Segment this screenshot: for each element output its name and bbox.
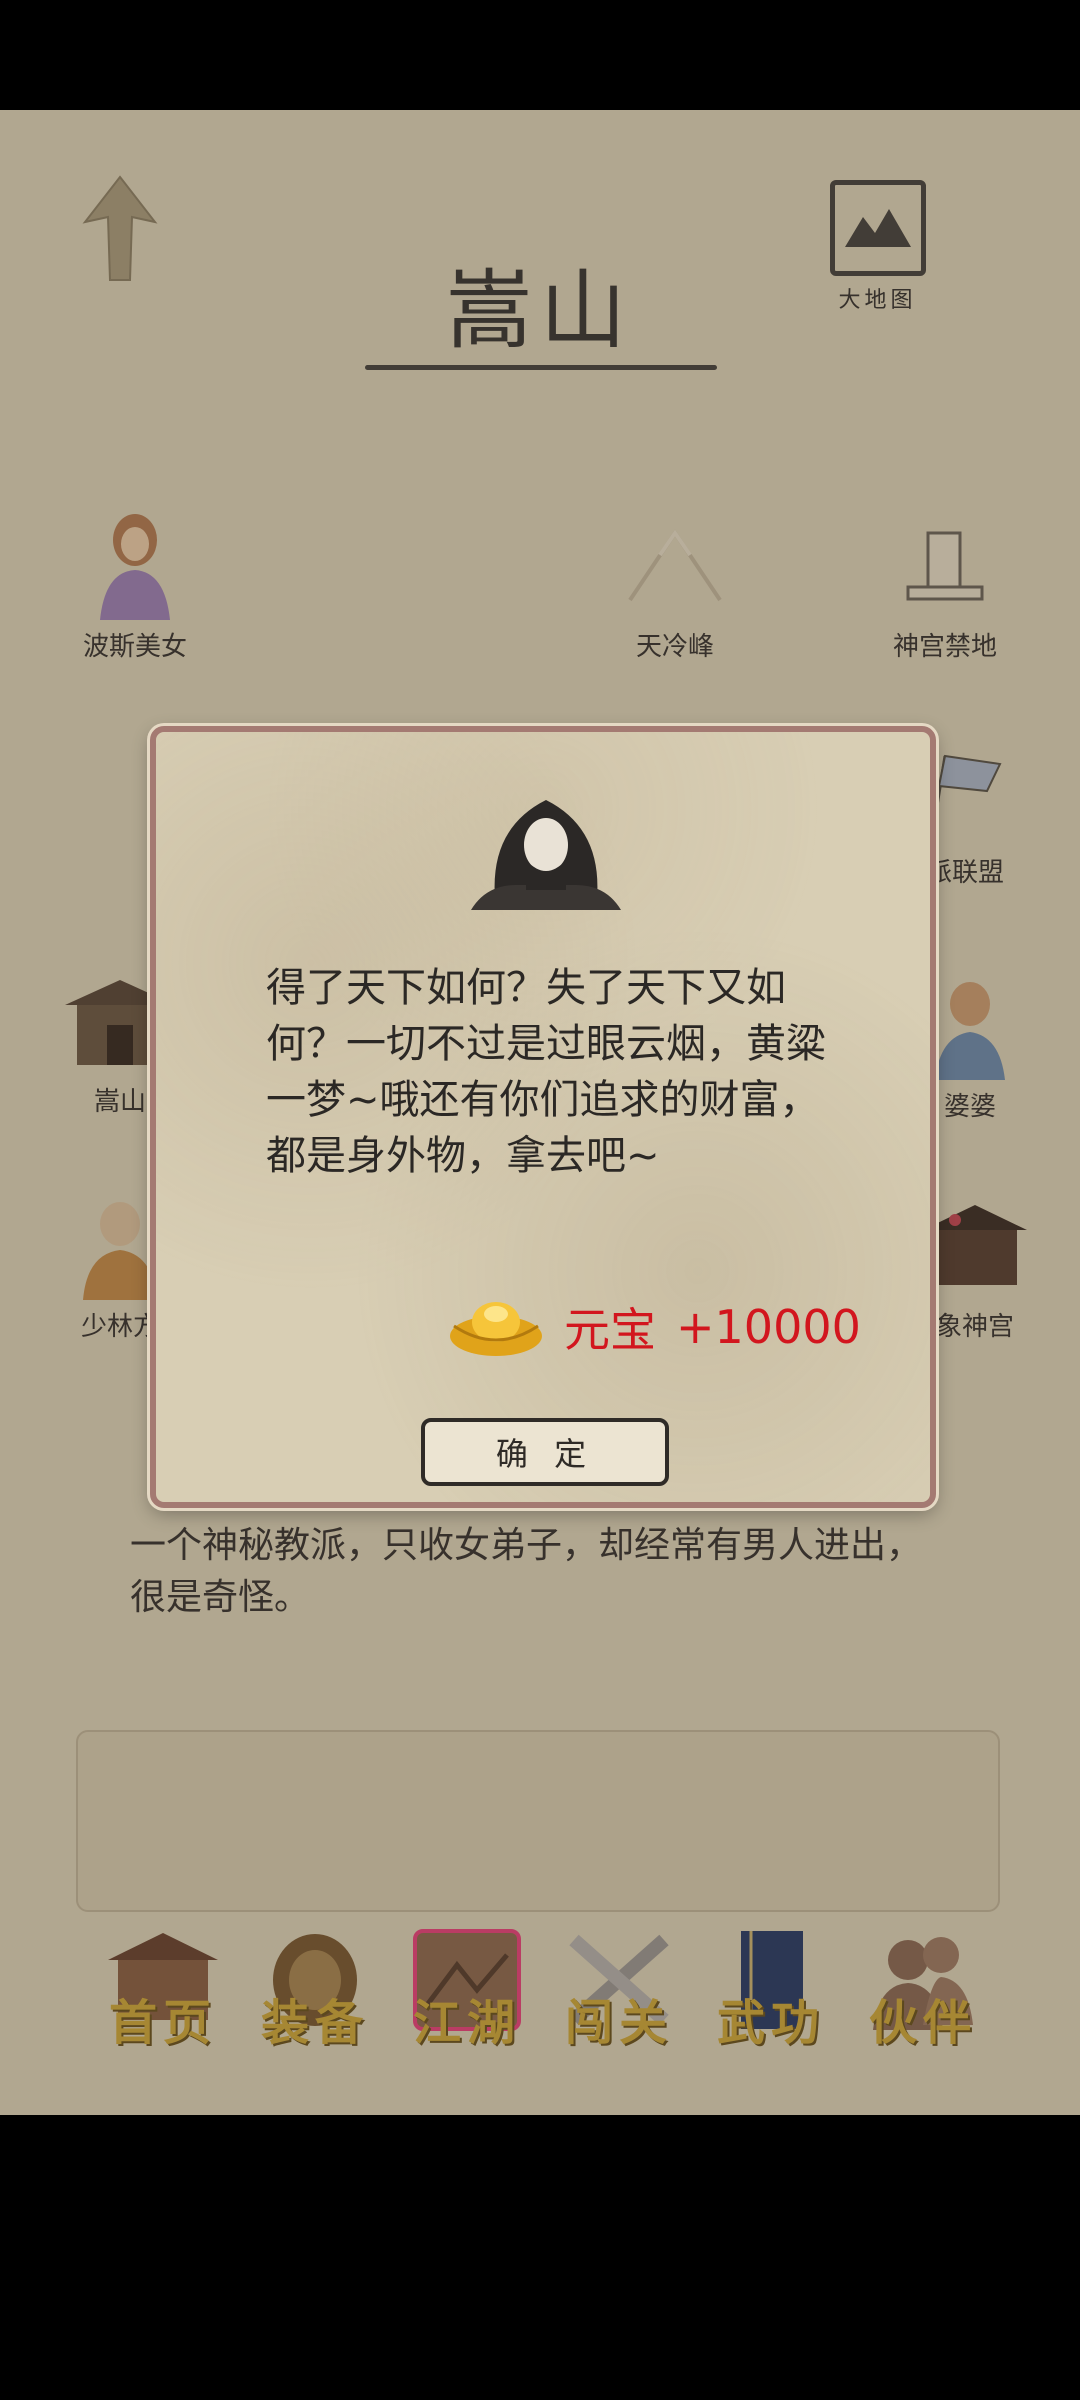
confirm-button[interactable]: 确 定 [421,1418,669,1486]
npc-portrait [456,790,636,910]
dialog-message: 得了天下如何？失了天下又如何？一切不过是过眼云烟，黄粱一梦~哦还有你们追求的财富… [266,965,826,1179]
reward-amount: +10000 [676,1300,861,1354]
reward-dialog: 得了天下如何？失了天下又如何？一切不过是过眼云烟，黄粱一梦~哦还有你们追求的财富… [150,726,936,1508]
reward-name: 元宝 [564,1303,656,1357]
reward-line: 元宝 +10000 [446,1292,861,1362]
gold-ingot-icon [446,1292,546,1362]
